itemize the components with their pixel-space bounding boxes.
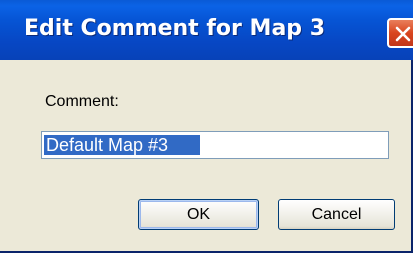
- title-bar[interactable]: Edit Comment for Map 3: [0, 0, 413, 60]
- close-button[interactable]: [387, 18, 413, 48]
- ok-button[interactable]: OK: [138, 199, 259, 230]
- edit-comment-dialog: Edit Comment for Map 3 Comment: Default …: [0, 0, 413, 253]
- close-icon: [395, 26, 411, 42]
- cancel-button[interactable]: Cancel: [278, 199, 395, 230]
- comment-field[interactable]: Default Map #3: [41, 131, 389, 159]
- dialog-title: Edit Comment for Map 3: [24, 16, 326, 41]
- comment-input-value[interactable]: Default Map #3: [46, 135, 168, 155]
- comment-label: Comment:: [45, 93, 119, 110]
